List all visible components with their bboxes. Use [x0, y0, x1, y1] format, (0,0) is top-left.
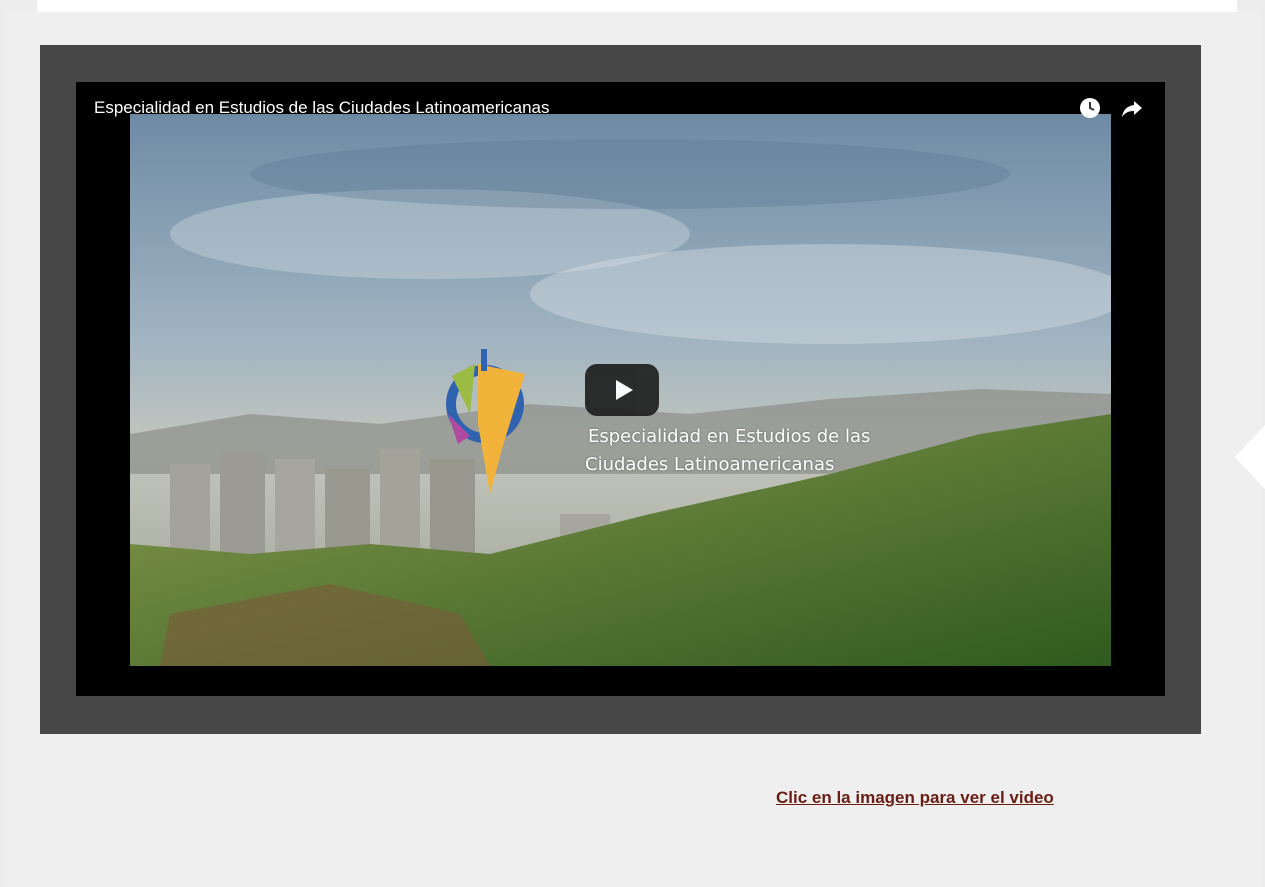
video-title[interactable]: Especialidad en Estudios de las Ciudades… [94, 98, 550, 118]
video-player[interactable]: Especialidad en Estudios de las Ciudades… [76, 82, 1165, 696]
clock-icon[interactable] [1077, 95, 1103, 121]
thumbnail-overlay-line1: Especialidad en Estudios de las [588, 426, 871, 447]
share-arrow-icon[interactable] [1119, 95, 1145, 121]
thumbnail-overlay-line2: Ciudades Latinoamericanas [585, 454, 835, 475]
carousel-notch [1235, 425, 1265, 489]
top-band [37, 0, 1237, 12]
play-icon [615, 380, 633, 400]
watch-video-link[interactable]: Clic en la imagen para ver el video [776, 788, 1054, 808]
video-embed-frame[interactable]: Especialidad en Estudios de las Ciudades… [40, 45, 1201, 734]
play-button[interactable] [585, 364, 659, 416]
page: Especialidad en Estudios de las Ciudades… [0, 0, 1265, 887]
video-top-controls [1077, 95, 1145, 121]
